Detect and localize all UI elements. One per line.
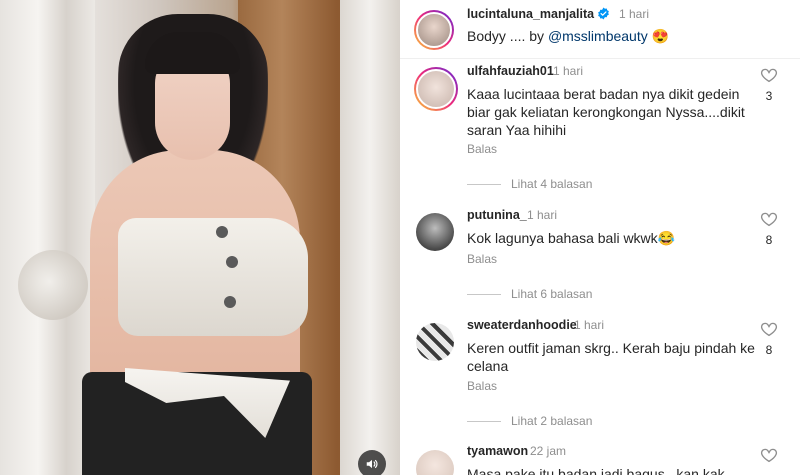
curtain-right bbox=[340, 0, 400, 475]
speaker-icon bbox=[366, 459, 378, 469]
avatar-image bbox=[416, 12, 452, 48]
replies-divider-line bbox=[467, 420, 501, 422]
author-username-text: lucintaluna_manjalita bbox=[467, 7, 595, 21]
comment-text: Kok lagunya bahasa bali wkwk😂 bbox=[467, 230, 676, 246]
commenter-username[interactable]: sweaterdanhoodie bbox=[467, 318, 577, 332]
comment-time: 1 hari bbox=[553, 64, 584, 78]
reply-button[interactable]: Balas bbox=[467, 252, 497, 266]
caption-text: Bodyy .... by bbox=[467, 28, 548, 44]
top-button bbox=[216, 226, 228, 238]
post-time: 1 hari bbox=[619, 7, 650, 21]
like-count: 8 bbox=[765, 343, 773, 357]
sound-button[interactable] bbox=[358, 450, 386, 475]
heart-icon[interactable] bbox=[760, 320, 778, 338]
header-divider bbox=[400, 58, 800, 59]
commenter-avatar[interactable] bbox=[416, 323, 454, 361]
comment-time: 1 hari bbox=[527, 208, 558, 222]
commenter-avatar[interactable] bbox=[414, 67, 458, 111]
curtain-left bbox=[0, 0, 95, 475]
heart-icon[interactable] bbox=[760, 66, 778, 84]
view-replies-text: Lihat 4 balasan bbox=[511, 177, 593, 191]
curtain-tieback bbox=[18, 250, 88, 320]
like-count: 3 bbox=[765, 89, 773, 103]
caption-mention[interactable]: @msslimbeauty bbox=[548, 28, 648, 44]
view-replies-button[interactable]: Lihat 2 balasan bbox=[467, 414, 592, 428]
author-avatar[interactable] bbox=[414, 10, 454, 50]
view-replies-text: Lihat 6 balasan bbox=[511, 287, 593, 301]
heart-icon[interactable] bbox=[760, 210, 778, 228]
comment-time: 22 jam bbox=[530, 444, 567, 458]
commenter-username[interactable]: putunina_ bbox=[467, 208, 527, 222]
commenter-username[interactable]: tyamawon bbox=[467, 444, 528, 458]
commenter-username[interactable]: ulfahfauziah01 bbox=[467, 64, 554, 78]
top-button bbox=[224, 296, 236, 308]
reply-button[interactable]: Balas bbox=[467, 379, 497, 393]
like-count: 8 bbox=[765, 233, 773, 247]
heart-icon[interactable] bbox=[760, 446, 778, 464]
top-button bbox=[226, 256, 238, 268]
person-bangs bbox=[145, 32, 240, 74]
post-caption: Bodyy .... by @msslimbeauty 😍 bbox=[467, 27, 669, 45]
comment-text: Masa pake itu badan jadi bagus , kan kak bbox=[467, 466, 725, 475]
comment-time: 1 hari bbox=[574, 318, 605, 332]
avatar-image bbox=[416, 69, 456, 109]
post-media[interactable] bbox=[0, 0, 400, 475]
commenter-avatar[interactable] bbox=[416, 450, 454, 475]
view-replies-text: Lihat 2 balasan bbox=[511, 414, 593, 428]
reply-button[interactable]: Balas bbox=[467, 142, 497, 156]
commenter-avatar[interactable] bbox=[416, 213, 454, 251]
verified-badge-icon bbox=[598, 7, 609, 20]
replies-divider-line bbox=[467, 293, 501, 295]
view-replies-button[interactable]: Lihat 4 balasan bbox=[467, 177, 592, 191]
replies-divider-line bbox=[467, 183, 501, 185]
crop-top bbox=[118, 218, 308, 336]
author-username[interactable]: lucintaluna_manjalita bbox=[467, 7, 610, 21]
comments-panel: lucintaluna_manjalita 1 hari Bodyy .... … bbox=[400, 0, 800, 475]
comment-text: Keren outfit jaman skrg.. Kerah baju pin… bbox=[467, 340, 755, 374]
caption-emoji: 😍 bbox=[651, 28, 670, 44]
view-replies-button[interactable]: Lihat 6 balasan bbox=[467, 287, 592, 301]
comment-text: Kaaa lucintaaa berat badan nya dikit ged… bbox=[467, 86, 745, 138]
